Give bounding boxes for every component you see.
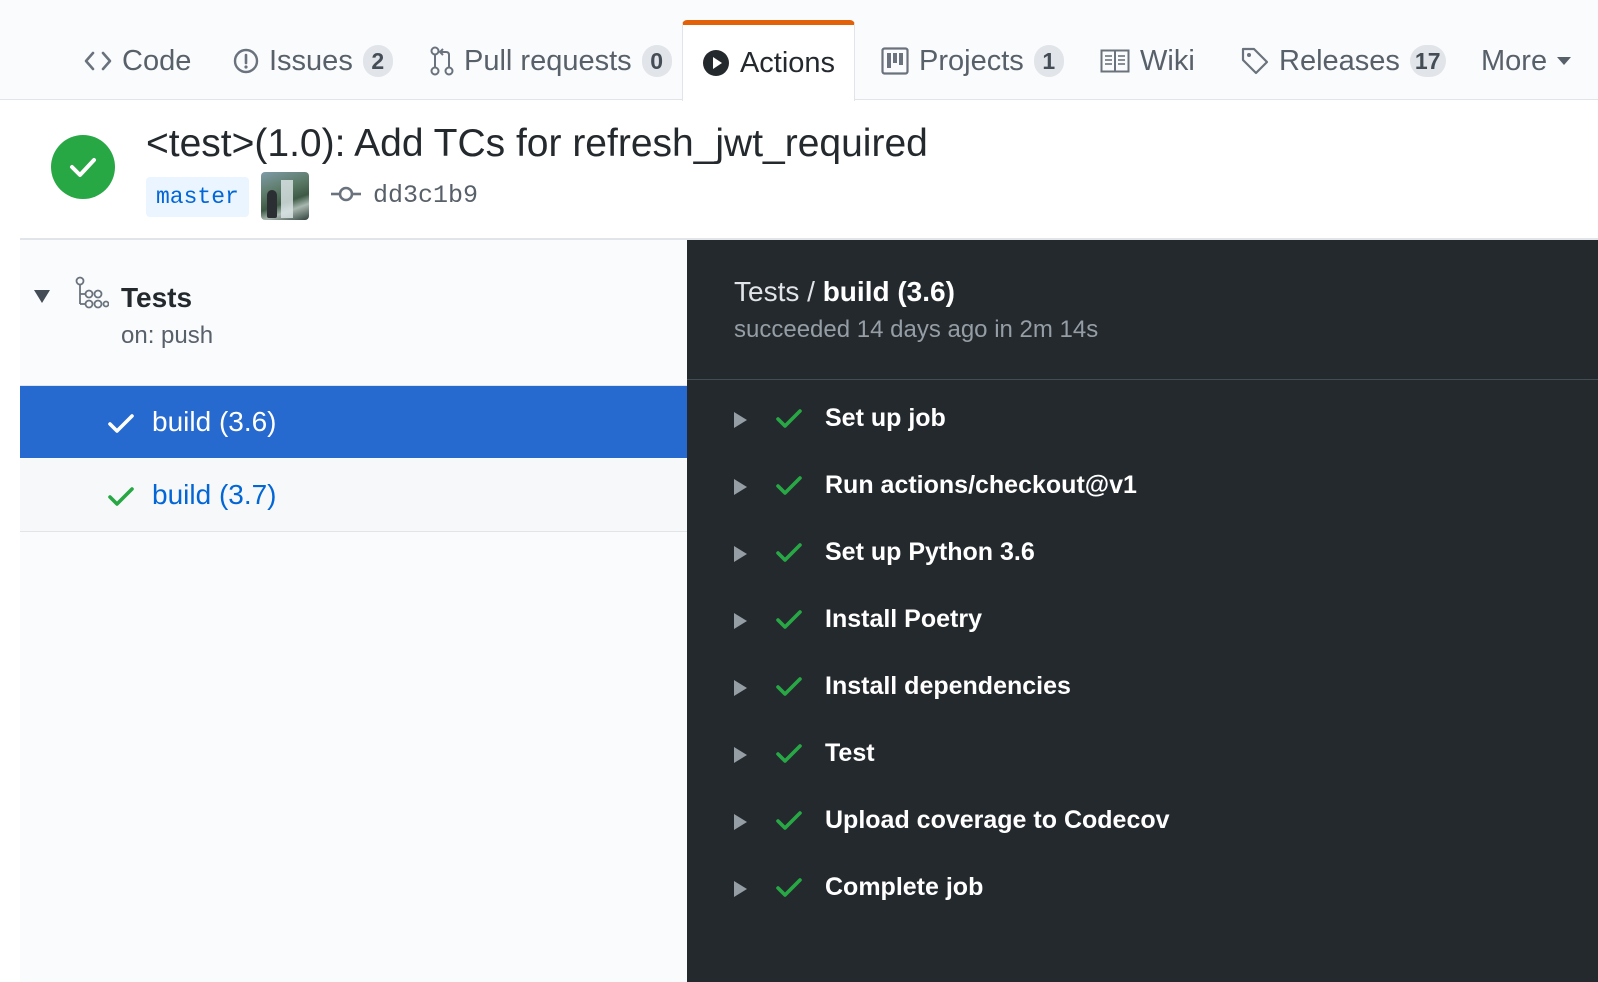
projects-counter: 1 bbox=[1033, 45, 1064, 77]
step-set-up-python[interactable]: Set up Python 3.6 bbox=[687, 522, 1598, 589]
expand-triangle-icon bbox=[734, 546, 747, 562]
expand-triangle-icon bbox=[734, 814, 747, 830]
check-icon bbox=[776, 609, 802, 636]
log-job-name: build (3.6) bbox=[822, 276, 955, 307]
pull-request-icon bbox=[430, 46, 454, 76]
job-label: build (3.6) bbox=[152, 406, 277, 437]
run-title: <test>(1.0): Add TCs for refresh_jwt_req… bbox=[146, 122, 928, 165]
expand-triangle-icon bbox=[734, 881, 747, 897]
tab-issues[interactable]: Issues 2 bbox=[233, 22, 393, 100]
tab-label: Releases bbox=[1279, 44, 1400, 77]
expand-triangle-icon bbox=[734, 680, 747, 696]
releases-counter: 17 bbox=[1409, 45, 1446, 77]
tab-actions[interactable]: Actions bbox=[682, 20, 855, 101]
job-item-build-3-6[interactable]: build (3.6) bbox=[20, 385, 687, 458]
repo-nav-tabs: Code Issues 2 Pull requests 0 Actions Pr… bbox=[0, 0, 1598, 101]
tab-projects[interactable]: Projects 1 bbox=[881, 22, 1064, 100]
check-icon bbox=[776, 877, 802, 904]
avatar[interactable] bbox=[261, 172, 309, 220]
step-name: Install dependencies bbox=[825, 672, 1071, 700]
step-name: Set up Python 3.6 bbox=[825, 538, 1035, 566]
issue-icon bbox=[233, 48, 259, 74]
tab-label: More bbox=[1481, 44, 1548, 77]
check-icon bbox=[776, 408, 802, 435]
step-name: Test bbox=[825, 739, 875, 767]
expand-triangle-icon bbox=[734, 479, 747, 495]
log-workflow-name: Tests bbox=[734, 276, 800, 307]
collapse-triangle-icon[interactable] bbox=[34, 290, 50, 303]
step-name: Run actions/checkout@v1 bbox=[825, 471, 1137, 499]
step-set-up-job[interactable]: Set up job bbox=[687, 388, 1598, 455]
tab-label: Code bbox=[122, 44, 192, 77]
log-separator: / bbox=[807, 276, 815, 307]
book-icon bbox=[1100, 49, 1130, 73]
tab-label: Issues bbox=[269, 44, 353, 77]
code-icon bbox=[84, 50, 112, 72]
check-icon bbox=[776, 810, 802, 837]
job-item-build-3-7[interactable]: build (3.7) bbox=[20, 459, 687, 532]
tab-label: Wiki bbox=[1140, 44, 1195, 77]
issues-counter: 2 bbox=[362, 45, 393, 77]
step-upload-coverage[interactable]: Upload coverage to Codecov bbox=[687, 790, 1598, 857]
expand-triangle-icon bbox=[734, 412, 747, 428]
workflow-trigger: on: push bbox=[121, 322, 214, 349]
step-install-poetry[interactable]: Install Poetry bbox=[687, 589, 1598, 656]
step-test[interactable]: Test bbox=[687, 723, 1598, 790]
step-name: Upload coverage to Codecov bbox=[825, 806, 1170, 834]
branch-label[interactable]: master bbox=[146, 177, 249, 217]
expand-triangle-icon bbox=[734, 747, 747, 763]
caret-down-icon bbox=[1557, 57, 1572, 65]
tab-label: Projects bbox=[919, 44, 1024, 77]
play-icon bbox=[702, 49, 730, 77]
tab-label: Actions bbox=[739, 46, 836, 79]
workflow-name[interactable]: Tests bbox=[121, 282, 192, 314]
check-icon bbox=[776, 542, 802, 569]
tab-label: Pull requests bbox=[464, 44, 632, 77]
commit-sha-link[interactable]: dd3c1b9 bbox=[373, 180, 478, 212]
job-label: build (3.7) bbox=[152, 479, 277, 510]
check-icon bbox=[776, 475, 802, 502]
job-log-panel: Tests / build (3.6) succeeded 14 days ag… bbox=[687, 240, 1598, 982]
run-success-icon bbox=[51, 135, 115, 199]
commit-icon bbox=[331, 184, 361, 209]
workflow-icon bbox=[75, 276, 110, 317]
tab-pull-requests[interactable]: Pull requests 0 bbox=[430, 22, 672, 100]
check-icon bbox=[108, 410, 134, 442]
tab-releases[interactable]: Releases 17 bbox=[1241, 22, 1446, 100]
log-divider bbox=[687, 379, 1598, 380]
check-icon bbox=[776, 676, 802, 703]
workflow-sidebar: Tests on: push build (3.6) build (3.7) bbox=[20, 240, 687, 982]
project-icon bbox=[881, 47, 909, 75]
log-summary: succeeded 14 days ago in 2m 14s bbox=[734, 316, 1099, 343]
check-icon bbox=[776, 743, 802, 770]
step-complete-job[interactable]: Complete job bbox=[687, 857, 1598, 924]
step-name: Install Poetry bbox=[825, 605, 982, 633]
log-heading: Tests / build (3.6) bbox=[734, 276, 955, 308]
step-name: Set up job bbox=[825, 404, 946, 432]
tab-wiki[interactable]: Wiki bbox=[1100, 22, 1195, 100]
expand-triangle-icon bbox=[734, 613, 747, 629]
pull-requests-counter: 0 bbox=[641, 45, 672, 77]
step-name: Complete job bbox=[825, 873, 984, 901]
step-install-dependencies[interactable]: Install dependencies bbox=[687, 656, 1598, 723]
step-run-checkout[interactable]: Run actions/checkout@v1 bbox=[687, 455, 1598, 522]
check-icon bbox=[108, 483, 134, 515]
tag-icon bbox=[1241, 47, 1269, 75]
tab-code[interactable]: Code bbox=[84, 22, 191, 100]
more-menu[interactable]: More bbox=[1481, 22, 1572, 100]
